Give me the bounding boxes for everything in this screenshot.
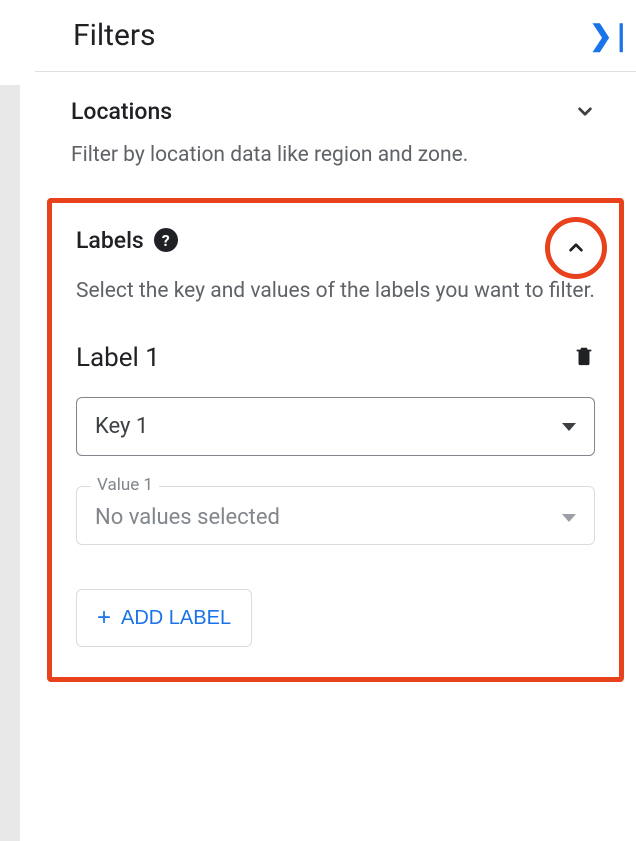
labels-title: Labels	[76, 227, 144, 254]
locations-title: Locations	[71, 98, 172, 125]
filters-header: Filters ❯❘	[35, 0, 636, 72]
locations-section: Locations Filter by location data like r…	[35, 72, 636, 190]
value-select[interactable]: Value 1 No values selected	[76, 486, 595, 545]
trash-icon	[573, 343, 595, 369]
add-label-text: ADD LABEL	[121, 607, 231, 630]
add-label-button[interactable]: + ADD LABEL	[76, 589, 252, 647]
value-select-placeholder: No values selected	[95, 505, 280, 530]
chevron-down-icon[interactable]	[570, 96, 600, 126]
collapse-panel-icon[interactable]: ❯❘	[589, 19, 630, 52]
dropdown-arrow-icon	[562, 514, 576, 522]
key-select[interactable]: Key 1	[76, 397, 595, 456]
locations-description: Filter by location data like region and …	[71, 140, 600, 172]
label-item-title: Label 1	[76, 343, 160, 373]
labels-section-highlight: Labels ? Select the key and values of th…	[47, 198, 624, 683]
plus-icon: +	[97, 604, 111, 632]
delete-label-button[interactable]	[573, 343, 595, 373]
panel-title: Filters	[73, 18, 156, 53]
left-sidebar-indicator	[0, 85, 20, 841]
value-field-label: Value 1	[91, 475, 159, 495]
chevron-up-highlight	[545, 217, 607, 279]
dropdown-arrow-icon	[562, 423, 576, 431]
key-select-value: Key 1	[95, 414, 148, 439]
labels-description: Select the key and values of the labels …	[76, 276, 595, 308]
chevron-up-icon[interactable]	[561, 233, 591, 263]
help-icon[interactable]: ?	[154, 228, 178, 252]
